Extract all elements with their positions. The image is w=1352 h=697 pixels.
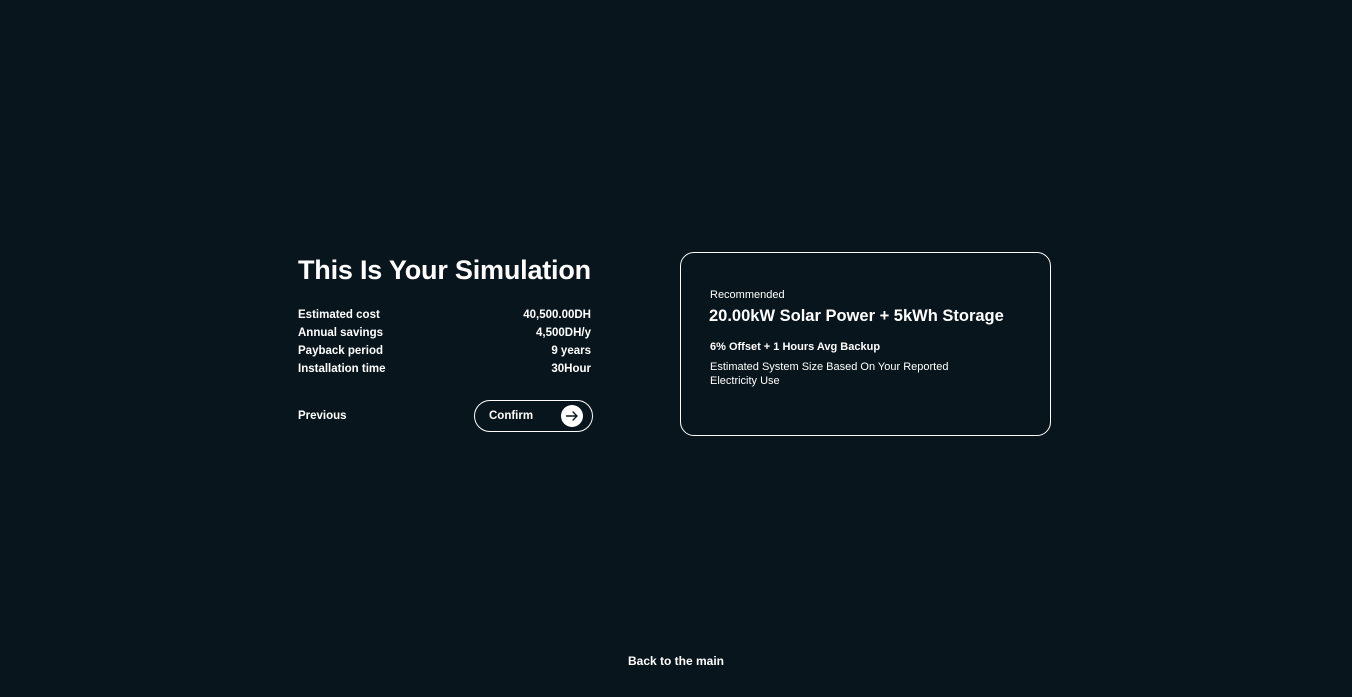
confirm-button[interactable]: Confirm (474, 400, 593, 432)
page-title: This Is Your Simulation (298, 255, 591, 285)
arrow-right-icon (561, 405, 583, 427)
stat-label: Payback period (298, 345, 384, 357)
recommendation-card: Recommended 20.00kW Solar Power + 5kWh S… (680, 252, 1051, 436)
stat-label: Annual savings (298, 327, 383, 339)
recommendation-eyebrow: Recommended (710, 289, 785, 301)
stat-label: Estimated cost (298, 309, 380, 321)
stat-value: 9 years (551, 345, 591, 357)
stat-row-annual-savings: Annual savings 4,500DH/y (298, 324, 591, 342)
recommendation-description: Estimated System Size Based On Your Repo… (710, 361, 949, 387)
stat-row-payback-period: Payback period 9 years (298, 342, 591, 360)
previous-button[interactable]: Previous (298, 410, 347, 422)
simulation-stats: Estimated cost 40,500.00DH Annual saving… (298, 306, 591, 378)
stat-label: Installation time (298, 363, 386, 375)
simulation-actions: Previous Confirm (298, 400, 593, 432)
recommendation-subtitle: 6% Offset + 1 Hours Avg Backup (710, 341, 881, 353)
stat-value: 40,500.00DH (523, 309, 591, 321)
stat-value: 30Hour (551, 363, 591, 375)
stat-row-estimated-cost: Estimated cost 40,500.00DH (298, 306, 591, 324)
stat-value: 4,500DH/y (536, 327, 591, 339)
recommendation-title: 20.00kW Solar Power + 5kWh Storage (709, 307, 1004, 325)
back-to-main-link[interactable]: Back to the main (0, 654, 1352, 668)
simulation-panel: This Is Your Simulation Estimated cost 4… (298, 254, 594, 432)
stat-row-installation-time: Installation time 30Hour (298, 360, 591, 378)
confirm-label: Confirm (489, 410, 534, 422)
